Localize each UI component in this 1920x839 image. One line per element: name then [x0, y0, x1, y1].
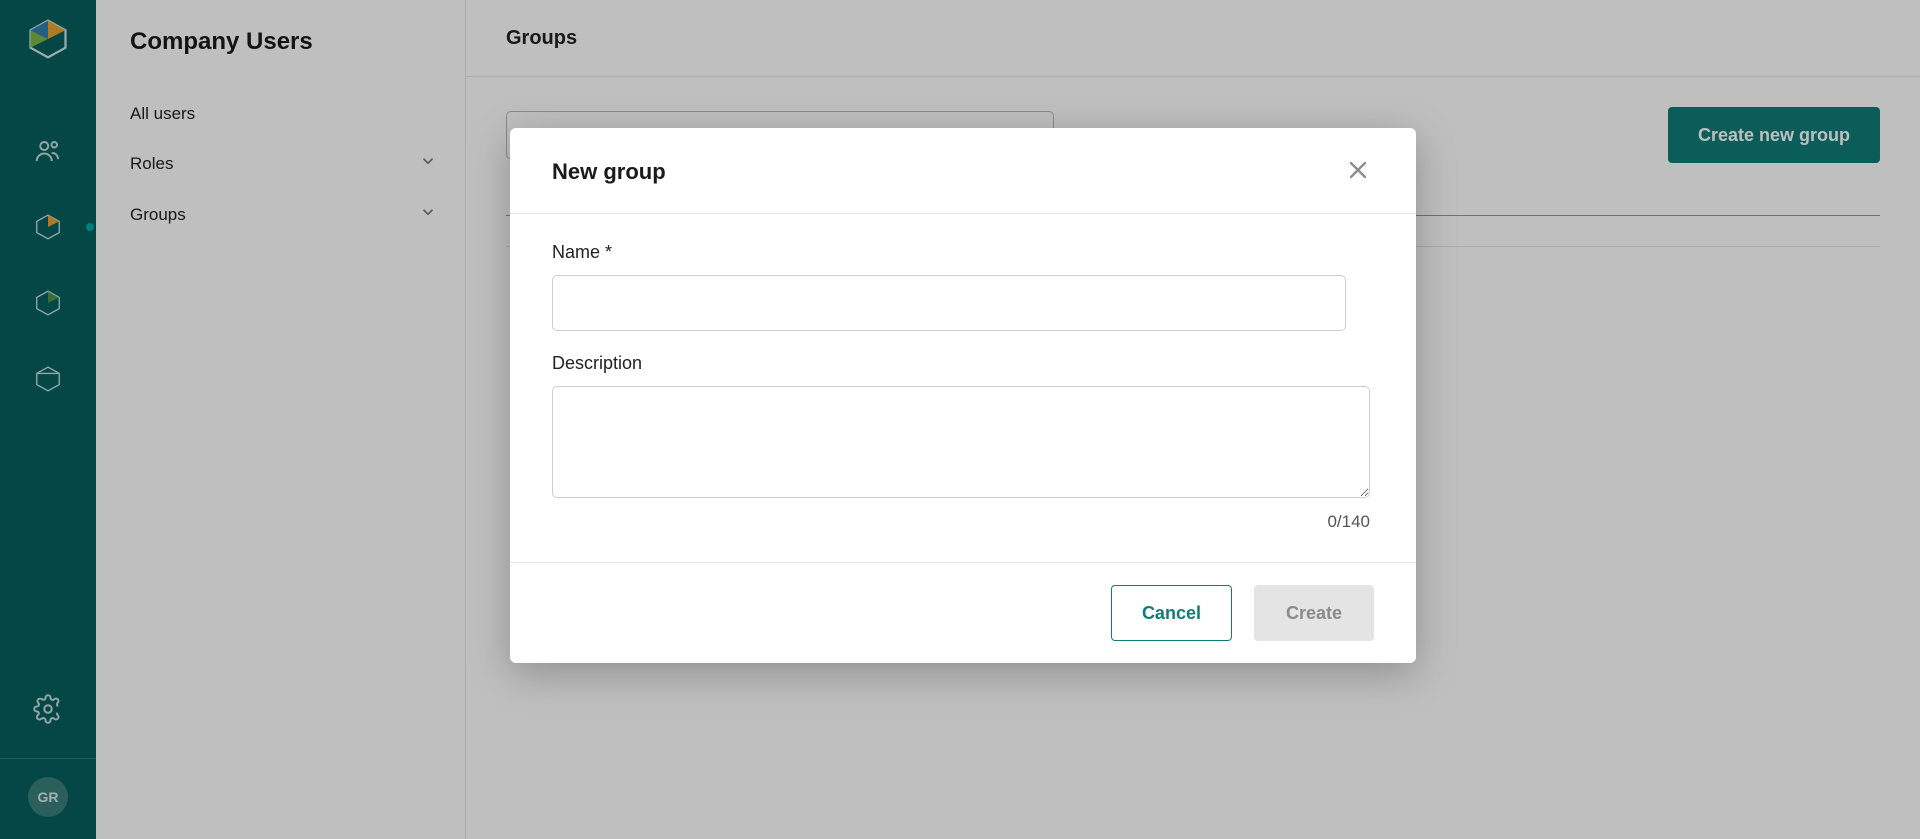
name-label: Name *: [552, 242, 1374, 263]
modal-overlay[interactable]: New group Name * Description 0/140 Cance…: [0, 0, 1920, 839]
description-label: Description: [552, 353, 1374, 374]
cancel-button[interactable]: Cancel: [1111, 585, 1232, 641]
description-field-group: Description 0/140: [552, 353, 1374, 532]
dialog-title: New group: [552, 159, 666, 185]
dialog-footer: Cancel Create: [510, 562, 1416, 663]
close-button[interactable]: [1342, 154, 1374, 189]
new-group-dialog: New group Name * Description 0/140 Cance…: [510, 128, 1416, 663]
dialog-body: Name * Description 0/140: [510, 214, 1416, 562]
char-counter: 0/140: [552, 512, 1370, 532]
create-button[interactable]: Create: [1254, 585, 1374, 641]
close-icon: [1346, 158, 1370, 185]
description-textarea[interactable]: [552, 386, 1370, 498]
dialog-header: New group: [510, 128, 1416, 214]
name-field-group: Name *: [552, 242, 1374, 331]
name-input[interactable]: [552, 275, 1346, 331]
